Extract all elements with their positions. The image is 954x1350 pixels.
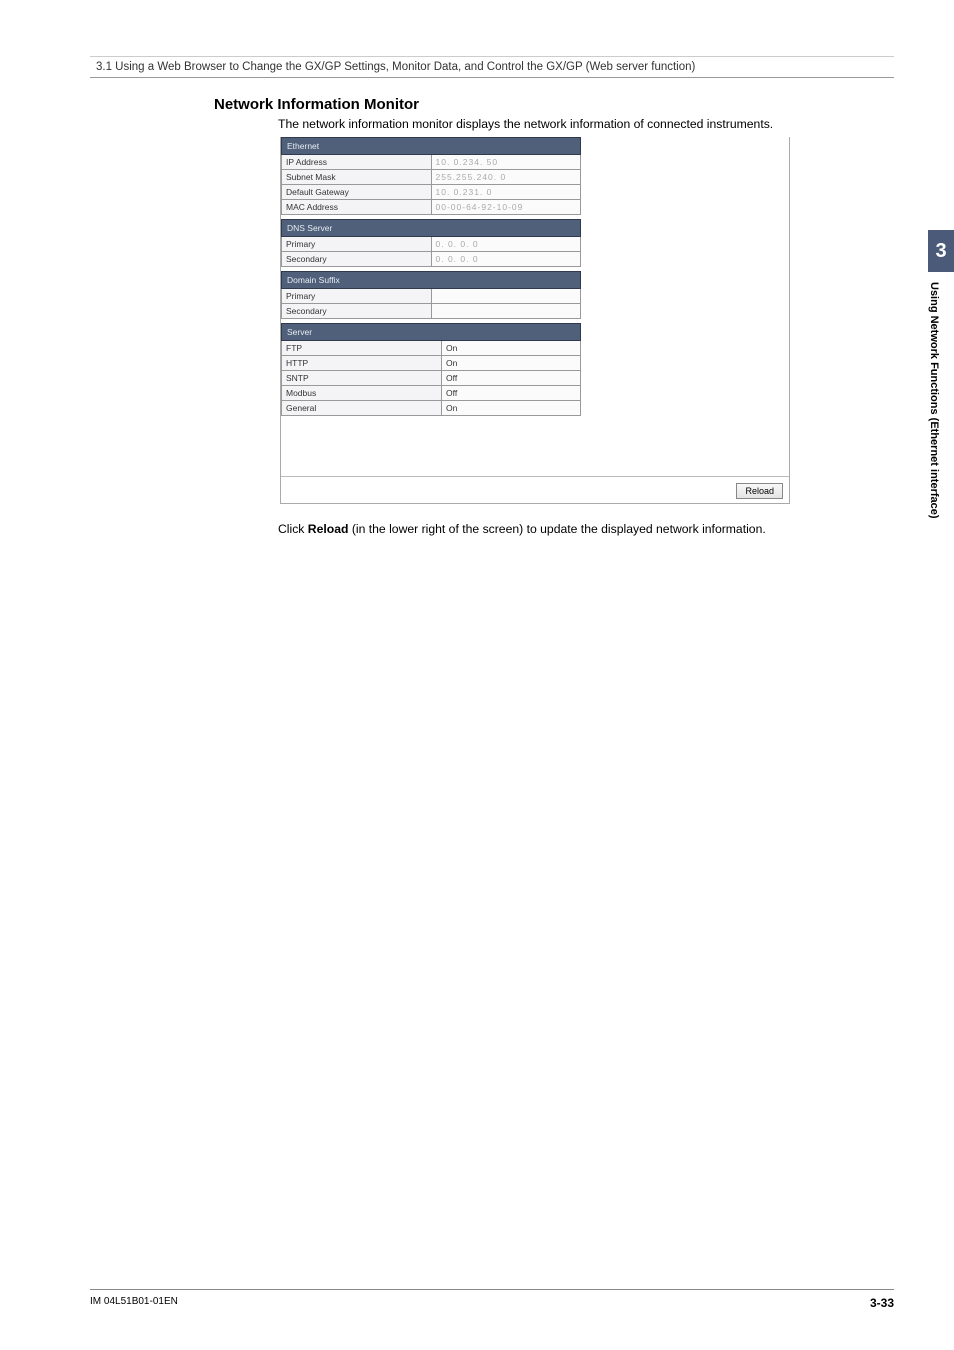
ethernet-table: Ethernet IP Address10. 0.234. 50 Subnet …: [281, 137, 581, 215]
general-value: On: [442, 401, 581, 416]
note-bold: Reload: [308, 522, 349, 536]
note-suffix: (in the lower right of the screen) to up…: [348, 522, 765, 536]
table-row: Subnet Mask255.255.240. 0: [282, 170, 581, 185]
default-gateway-value: 10. 0.231. 0: [431, 185, 581, 200]
dns-primary-value: 0. 0. 0. 0: [431, 237, 581, 252]
table-row: SNTPOff: [282, 371, 581, 386]
http-value: On: [442, 356, 581, 371]
mac-address-label: MAC Address: [282, 200, 432, 215]
table-row: GeneralOn: [282, 401, 581, 416]
table-row: MAC Address00-00-64-92-10-09: [282, 200, 581, 215]
breadcrumb: 3.1 Using a Web Browser to Change the GX…: [90, 56, 894, 78]
dns-table: DNS Server Primary0. 0. 0. 0 Secondary0.…: [281, 219, 581, 267]
dns-secondary-value: 0. 0. 0. 0: [431, 252, 581, 267]
domain-secondary-label: Secondary: [282, 304, 432, 319]
section-title: Network Information Monitor: [214, 96, 894, 113]
subnet-mask-label: Subnet Mask: [282, 170, 432, 185]
table-row: Primary0. 0. 0. 0: [282, 237, 581, 252]
sntp-value: Off: [442, 371, 581, 386]
modbus-value: Off: [442, 386, 581, 401]
mac-address-value: 00-00-64-92-10-09: [431, 200, 581, 215]
server-header: Server: [282, 324, 581, 341]
reload-button[interactable]: Reload: [736, 483, 783, 499]
dns-secondary-label: Secondary: [282, 252, 432, 267]
domain-table: Domain Suffix Primary Secondary: [281, 271, 581, 319]
default-gateway-label: Default Gateway: [282, 185, 432, 200]
chapter-title: Using Network Functions (Ethernet interf…: [928, 272, 940, 592]
http-label: HTTP: [282, 356, 442, 371]
ip-address-value: 10. 0.234. 50: [431, 155, 581, 170]
domain-header: Domain Suffix: [282, 272, 581, 289]
intro-text: The network information monitor displays…: [278, 117, 894, 131]
table-row: Default Gateway10. 0.231. 0: [282, 185, 581, 200]
network-info-panel: Ethernet IP Address10. 0.234. 50 Subnet …: [280, 137, 790, 504]
table-row: IP Address10. 0.234. 50: [282, 155, 581, 170]
ip-address-label: IP Address: [282, 155, 432, 170]
general-label: General: [282, 401, 442, 416]
note-prefix: Click: [278, 522, 308, 536]
modbus-label: Modbus: [282, 386, 442, 401]
ftp-value: On: [442, 341, 581, 356]
chapter-number: 3: [928, 230, 954, 272]
table-row: Secondary0. 0. 0. 0: [282, 252, 581, 267]
table-row: ModbusOff: [282, 386, 581, 401]
server-table: Server FTPOn HTTPOn SNTPOff ModbusOff Ge…: [281, 323, 581, 416]
doc-id: IM 04L51B01-01EN: [90, 1296, 178, 1310]
table-row: Secondary: [282, 304, 581, 319]
page-number: 3-33: [870, 1296, 894, 1310]
table-row: FTPOn: [282, 341, 581, 356]
subnet-mask-value: 255.255.240. 0: [431, 170, 581, 185]
domain-secondary-value: [431, 304, 581, 319]
table-row: Primary: [282, 289, 581, 304]
ethernet-header: Ethernet: [282, 138, 581, 155]
ftp-label: FTP: [282, 341, 442, 356]
chapter-tab: 3 Using Network Functions (Ethernet inte…: [928, 230, 954, 592]
table-row: HTTPOn: [282, 356, 581, 371]
page-footer: IM 04L51B01-01EN 3-33: [90, 1289, 894, 1310]
domain-primary-label: Primary: [282, 289, 432, 304]
dns-primary-label: Primary: [282, 237, 432, 252]
domain-primary-value: [431, 289, 581, 304]
dns-header: DNS Server: [282, 220, 581, 237]
sntp-label: SNTP: [282, 371, 442, 386]
reload-note: Click Reload (in the lower right of the …: [278, 522, 894, 536]
